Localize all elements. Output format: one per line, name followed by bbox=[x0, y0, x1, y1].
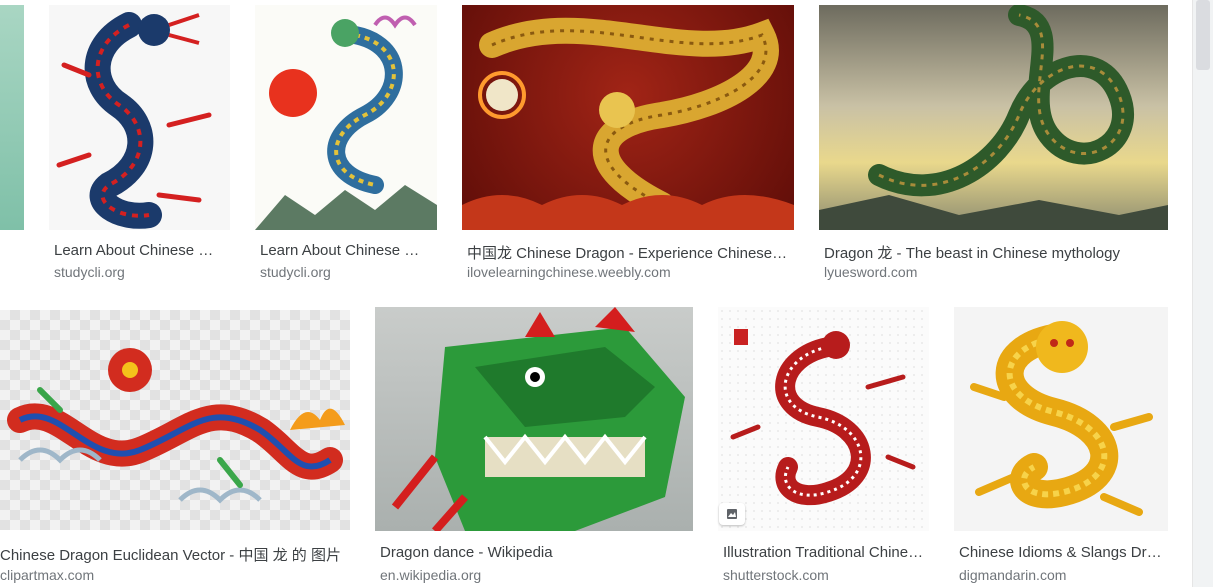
colorful-dragon-sun-thumbnail[interactable] bbox=[255, 5, 437, 230]
green-dragon-clouds-thumbnail[interactable] bbox=[819, 5, 1168, 230]
result-title[interactable]: Illustration Traditional Chinese Dragon bbox=[723, 544, 924, 561]
result-source[interactable]: en.wikipedia.org bbox=[380, 567, 688, 583]
result-source[interactable]: studycli.org bbox=[260, 264, 430, 280]
result-source[interactable]: shutterstock.com bbox=[723, 567, 924, 583]
golden-dragon-red-thumbnail[interactable] bbox=[462, 5, 794, 230]
red-clipart-dragon-thumbnail[interactable] bbox=[0, 310, 350, 530]
result-source[interactable]: ilovelearningchinese.weebly.com bbox=[467, 264, 789, 280]
result-source[interactable]: clipartmax.com bbox=[0, 567, 345, 583]
dragon-dance-thumbnail[interactable] bbox=[375, 307, 693, 531]
partial-thumbnail[interactable] bbox=[0, 5, 24, 230]
result-title[interactable]: 中国龙 Chinese Dragon - Experience Chinese … bbox=[467, 242, 789, 263]
image-badge bbox=[719, 503, 745, 525]
result-source[interactable]: lyuesword.com bbox=[824, 264, 1164, 280]
golden-dragon-thumbnail[interactable] bbox=[954, 307, 1168, 531]
result-title[interactable]: Chinese Dragon Euclidean Vector - 中国 龙 的… bbox=[0, 544, 345, 565]
blue-red-dragon-thumbnail[interactable] bbox=[49, 5, 230, 230]
result-title[interactable]: Chinese Idioms & Slangs Dragon bbox=[959, 544, 1163, 561]
result-source[interactable]: studycli.org bbox=[54, 264, 224, 280]
scrollbar-thumb[interactable] bbox=[1196, 0, 1210, 70]
vertical-scrollbar[interactable] bbox=[1192, 0, 1213, 587]
result-title[interactable]: Learn About Chinese Dragons bbox=[260, 242, 430, 259]
result-title[interactable]: Dragon 龙 - The beast in Chinese mytholog… bbox=[824, 242, 1164, 263]
red-line-dragon-thumbnail[interactable] bbox=[718, 307, 929, 531]
result-title[interactable]: Dragon dance - Wikipedia bbox=[380, 544, 688, 561]
image-icon bbox=[727, 509, 737, 519]
result-source[interactable]: digmandarin.com bbox=[959, 567, 1163, 583]
result-title[interactable]: Learn About Chinese Dragons bbox=[54, 242, 224, 259]
